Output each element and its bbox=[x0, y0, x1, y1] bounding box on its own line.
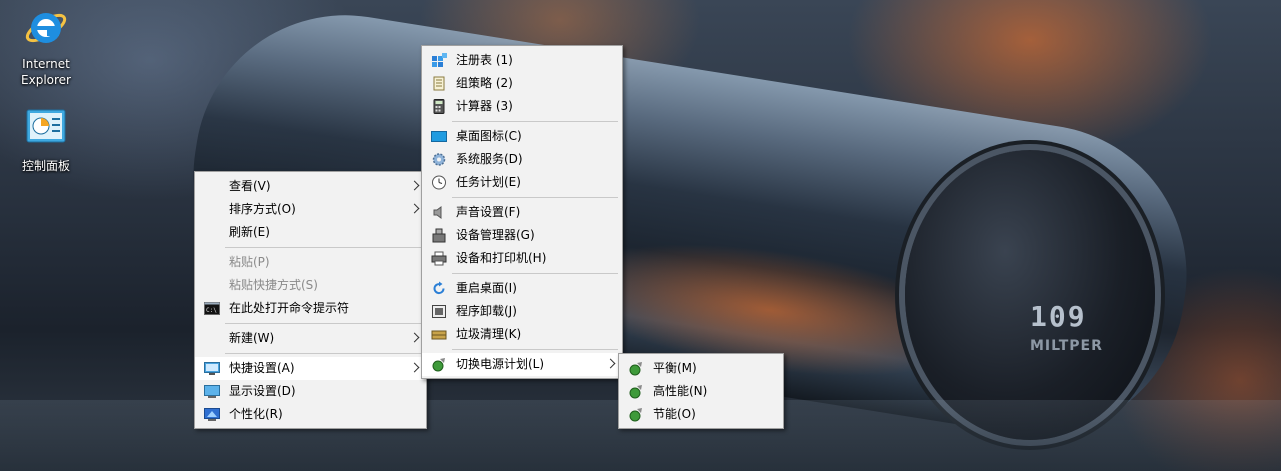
menu-item-personalize[interactable]: 个性化(R) bbox=[195, 403, 426, 426]
chevron-right-icon bbox=[409, 332, 420, 343]
menu-item-refresh[interactable]: 刷新(E) bbox=[195, 221, 426, 244]
menu-item-label: 设备管理器(G) bbox=[456, 228, 535, 242]
svg-text:C:\: C:\ bbox=[206, 307, 217, 314]
power-plan-icon bbox=[629, 408, 642, 422]
cmd-icon: C:\ bbox=[204, 302, 220, 315]
menu-item-junk-cleanup[interactable]: 垃圾清理(K) bbox=[422, 323, 622, 346]
services-gear-icon bbox=[432, 153, 446, 166]
menu-item-devices-printers[interactable]: 设备和打印机(H) bbox=[422, 247, 622, 270]
device-manager-icon bbox=[432, 228, 446, 243]
menu-item-sort-by[interactable]: 排序方式(O) bbox=[195, 198, 426, 221]
menu-item-label: 设备和打印机(H) bbox=[456, 251, 547, 265]
menu-item-display-settings[interactable]: 显示设置(D) bbox=[195, 380, 426, 403]
power-plan-icon bbox=[629, 362, 642, 376]
menu-item-uninstall-programs[interactable]: 程序卸载(J) bbox=[422, 300, 622, 323]
speaker-icon bbox=[433, 206, 442, 219]
control-panel-icon bbox=[26, 109, 66, 143]
menu-item-sound-settings[interactable]: 声音设置(F) bbox=[422, 201, 622, 224]
menu-item-label: 组策略 (2) bbox=[456, 76, 513, 90]
menu-item-label: 计算器 (3) bbox=[456, 99, 513, 113]
wallpaper-cap bbox=[905, 150, 1155, 440]
power-plan-icon bbox=[629, 385, 642, 399]
desktop-icons-icon bbox=[431, 131, 447, 142]
menu-item-label: 个性化(R) bbox=[229, 407, 283, 421]
menu-item-label: 垃圾清理(K) bbox=[456, 327, 522, 341]
restart-icon bbox=[433, 281, 445, 295]
group-policy-icon bbox=[433, 76, 445, 91]
calculator-icon bbox=[433, 99, 445, 114]
desktop-icon-label: Explorer bbox=[21, 73, 71, 87]
menu-item-label: 程序卸载(J) bbox=[456, 304, 517, 318]
chevron-right-icon bbox=[409, 362, 420, 373]
menu-item-new[interactable]: 新建(W) bbox=[195, 327, 426, 350]
chevron-right-icon bbox=[409, 180, 420, 191]
desktop-icon-label: Internet bbox=[22, 57, 70, 71]
wallpaper-cap-text: 109 bbox=[1030, 300, 1087, 333]
desktop-icon-label: 控制面板 bbox=[21, 159, 70, 173]
quick-settings-icon bbox=[204, 362, 220, 375]
menu-item-device-manager[interactable]: 设备管理器(G) bbox=[422, 224, 622, 247]
menu-item-label: 高性能(N) bbox=[653, 384, 708, 398]
menu-separator bbox=[225, 247, 422, 248]
printer-icon bbox=[431, 251, 447, 266]
menu-item-label: 刷新(E) bbox=[229, 225, 270, 239]
menu-item-paste-shortcut: 粘贴快捷方式(S) bbox=[195, 274, 426, 297]
menu-item-open-command-prompt[interactable]: C:\ 在此处打开命令提示符 bbox=[195, 297, 426, 320]
menu-item-label: 粘贴(P) bbox=[229, 255, 270, 269]
wallpaper-cap-subtext: MILTPER bbox=[1030, 338, 1103, 354]
menu-item-view[interactable]: 查看(V) bbox=[195, 175, 426, 198]
menu-item-system-services[interactable]: 系统服务(D) bbox=[422, 148, 622, 171]
menu-item-group-policy[interactable]: 组策略 (2) bbox=[422, 72, 622, 95]
menu-item-switch-power-plan[interactable]: 切换电源计划(L) bbox=[422, 353, 622, 376]
menu-item-label: 注册表 (1) bbox=[456, 53, 513, 67]
menu-item-label: 任务计划(E) bbox=[456, 175, 521, 189]
menu-item-label: 切换电源计划(L) bbox=[456, 357, 545, 371]
menu-separator bbox=[452, 121, 618, 122]
menu-item-label: 新建(W) bbox=[229, 331, 275, 345]
menu-item-label: 桌面图标(C) bbox=[456, 129, 522, 143]
menu-item-power-saver[interactable]: 节能(O) bbox=[619, 403, 783, 426]
menu-item-desktop-icons[interactable]: 桌面图标(C) bbox=[422, 125, 622, 148]
internet-explorer-icon bbox=[25, 13, 67, 43]
menu-separator bbox=[452, 349, 618, 350]
menu-item-label: 粘贴快捷方式(S) bbox=[229, 278, 318, 292]
menu-item-quick-settings[interactable]: 快捷设置(A) bbox=[195, 357, 426, 380]
menu-separator bbox=[452, 197, 618, 198]
cleanup-icon bbox=[431, 330, 447, 340]
menu-separator bbox=[225, 323, 422, 324]
chevron-right-icon bbox=[605, 358, 616, 369]
menu-separator bbox=[225, 353, 422, 354]
menu-item-label: 排序方式(O) bbox=[229, 202, 296, 216]
menu-item-task-scheduler[interactable]: 任务计划(E) bbox=[422, 171, 622, 194]
desktop-icon-internet-explorer[interactable]: Internet Explorer bbox=[9, 4, 83, 88]
display-settings-icon bbox=[204, 385, 220, 398]
menu-item-label: 重启桌面(I) bbox=[456, 281, 517, 295]
menu-item-high-performance[interactable]: 高性能(N) bbox=[619, 380, 783, 403]
menu-item-restart-desktop[interactable]: 重启桌面(I) bbox=[422, 277, 622, 300]
chevron-right-icon bbox=[409, 203, 420, 214]
menu-item-label: 显示设置(D) bbox=[229, 384, 296, 398]
menu-item-calculator[interactable]: 计算器 (3) bbox=[422, 95, 622, 118]
menu-item-label: 在此处打开命令提示符 bbox=[229, 301, 350, 315]
menu-item-label: 平衡(M) bbox=[653, 361, 697, 375]
menu-item-label: 节能(O) bbox=[653, 407, 696, 421]
menu-item-paste: 粘贴(P) bbox=[195, 251, 426, 274]
menu-item-label: 查看(V) bbox=[229, 179, 271, 193]
power-plan-submenu: 平衡(M) 高性能(N) 节能(O) bbox=[618, 353, 784, 429]
menu-separator bbox=[452, 273, 618, 274]
desktop-icon-control-panel[interactable]: 控制面板 bbox=[9, 106, 83, 174]
menu-item-balanced[interactable]: 平衡(M) bbox=[619, 357, 783, 380]
quick-settings-submenu: 注册表 (1) 组策略 (2) 计算器 (3) 桌面图标(C) 系统服务(D) bbox=[421, 45, 623, 379]
menu-item-label: 系统服务(D) bbox=[456, 152, 523, 166]
uninstall-icon bbox=[432, 305, 446, 318]
menu-item-label: 声音设置(F) bbox=[456, 205, 521, 219]
power-plan-icon bbox=[432, 358, 445, 372]
desktop-context-menu: 查看(V) 排序方式(O) 刷新(E) 粘贴(P) 粘贴快捷方式(S) C:\ … bbox=[194, 171, 427, 429]
registry-icon bbox=[432, 53, 447, 67]
task-scheduler-clock-icon bbox=[432, 175, 446, 190]
personalize-icon bbox=[204, 408, 220, 421]
menu-item-label: 快捷设置(A) bbox=[229, 361, 295, 375]
menu-item-registry[interactable]: 注册表 (1) bbox=[422, 49, 622, 72]
